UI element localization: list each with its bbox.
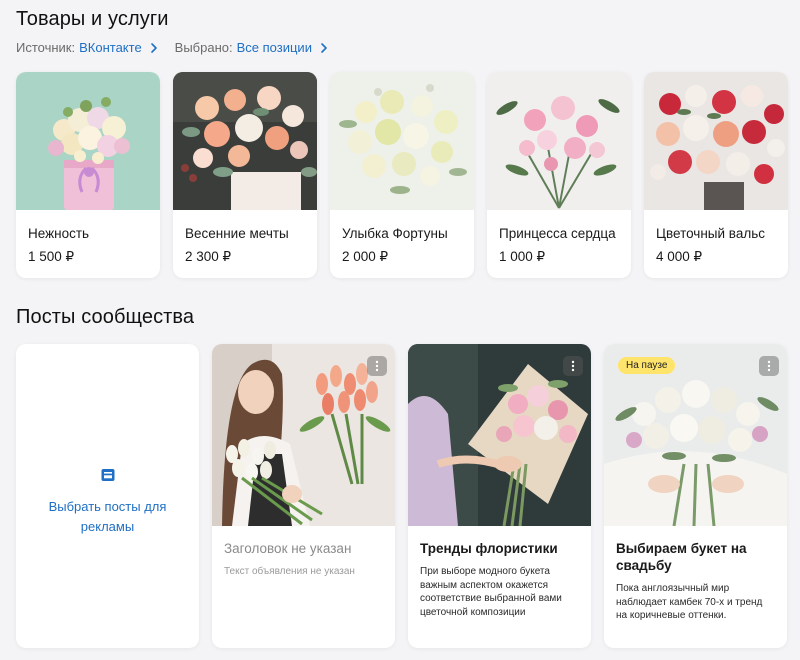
product-card[interactable]: Улыбка Фортуны 2 000 ₽ <box>330 72 474 278</box>
product-name: Принцесса сердца <box>499 226 616 241</box>
product-price: 1 500 ₽ <box>28 249 75 264</box>
product-card[interactable]: Весенние мечты 2 300 ₽ <box>173 72 317 278</box>
post-title: Заголовок не указан <box>224 541 352 556</box>
product-photo <box>644 72 788 210</box>
source-filter-value[interactable]: ВКонтакте <box>79 40 142 55</box>
products-list: Нежность 1 500 ₽ Весенние мечты 2 300 ₽ … <box>16 72 788 278</box>
product-name: Весенние мечты <box>185 226 289 241</box>
post-title: Тренды флористики <box>420 541 558 556</box>
product-price: 1 000 ₽ <box>499 249 546 264</box>
source-filter[interactable]: Источник: ВКонтакте <box>16 40 161 55</box>
chevron-right-icon[interactable] <box>317 41 331 55</box>
product-card[interactable]: Нежность 1 500 ₽ <box>16 72 160 278</box>
product-photo <box>173 72 317 210</box>
products-section-title: Товары и услуги <box>16 8 169 30</box>
more-options-icon[interactable] <box>563 356 583 376</box>
product-price: 4 000 ₽ <box>656 249 703 264</box>
post-card[interactable]: Заголовок не указан Текст объявления не … <box>212 344 395 648</box>
product-card[interactable]: Принцесса сердца 1 000 ₽ <box>487 72 631 278</box>
post-card[interactable]: На паузе Выбираем букет на свадьбу Пока … <box>604 344 787 648</box>
product-photo <box>487 72 631 210</box>
product-card[interactable]: Цветочный вальс 4 000 ₽ <box>644 72 788 278</box>
post-body: При выборе модного букета важным аспекто… <box>420 566 562 618</box>
filters-bar: Источник: ВКонтакте Выбрано: Все позиции <box>16 40 331 55</box>
selected-filter-value[interactable]: Все позиции <box>237 40 312 55</box>
source-filter-label: Источник: <box>16 40 76 55</box>
post-body: Текст объявления не указан <box>224 566 355 577</box>
select-posts-label: Выбрать посты для рекламы <box>48 499 167 534</box>
product-price: 2 000 ₽ <box>342 249 389 264</box>
more-options-icon[interactable] <box>759 356 779 376</box>
post-card[interactable]: Тренды флористики При выборе модного бук… <box>408 344 591 648</box>
product-name: Цветочный вальс <box>656 226 765 241</box>
image-icon <box>101 469 114 481</box>
selected-filter[interactable]: Выбрано: Все позиции <box>175 40 331 55</box>
post-body: Пока англоязычный мир наблюдает камбек 7… <box>616 583 763 621</box>
chevron-right-icon[interactable] <box>147 41 161 55</box>
post-title: Выбираем букет на свадьбу <box>616 541 747 573</box>
posts-list: Выбрать посты для рекламы Заголовок не у… <box>16 344 787 648</box>
product-name: Нежность <box>28 226 90 241</box>
product-name: Улыбка Фортуны <box>342 226 448 241</box>
status-badge: На паузе <box>618 357 676 374</box>
select-posts-button[interactable]: Выбрать посты для рекламы <box>16 344 199 648</box>
more-options-icon[interactable] <box>367 356 387 376</box>
product-photo <box>330 72 474 210</box>
posts-section-title: Посты сообщества <box>16 306 195 328</box>
product-price: 2 300 ₽ <box>185 249 232 264</box>
product-photo <box>16 72 160 210</box>
selected-filter-label: Выбрано: <box>174 40 233 55</box>
